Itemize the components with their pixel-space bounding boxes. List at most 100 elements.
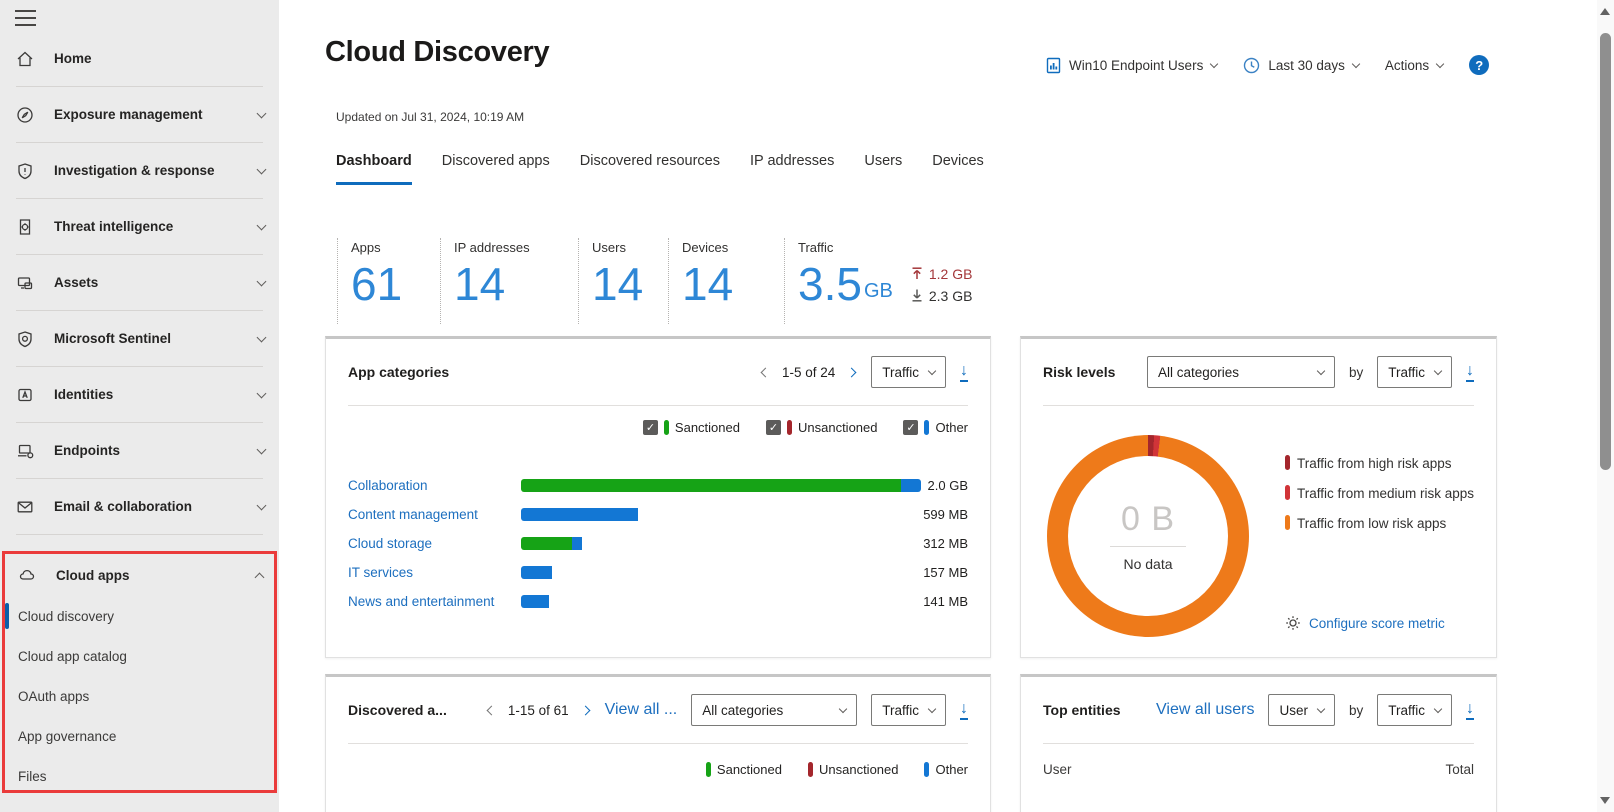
legend-low-risk: Traffic from low risk apps	[1285, 509, 1477, 539]
scrollbar-thumb[interactable]	[1600, 33, 1611, 470]
sidebar-item-cloud-app-catalog[interactable]: Cloud app catalog	[5, 636, 274, 676]
sidebar-item-label: Endpoints	[54, 443, 120, 458]
actions-label: Actions	[1384, 57, 1430, 73]
sidebar-item-home[interactable]: Home	[0, 31, 279, 86]
stat-value: 3.5	[798, 258, 862, 310]
tab-discovered-apps[interactable]: Discovered apps	[442, 153, 550, 185]
configure-score-metric[interactable]: Configure score metric	[1285, 615, 1445, 631]
category-link[interactable]: Cloud storage	[348, 536, 521, 551]
legend-sanctioned: Sanctioned	[705, 762, 782, 777]
sidebar-item-label: Cloud apps	[56, 567, 130, 583]
view-all-users-link[interactable]: View all users	[1156, 701, 1254, 719]
legend-sanctioned[interactable]: Sanctioned	[642, 420, 740, 435]
checkbox-checked-icon[interactable]	[765, 420, 781, 435]
sidebar-item-label: Investigation & response	[54, 163, 215, 178]
tab-users[interactable]: Users	[864, 153, 902, 185]
sidebar-item-threat-intelligence[interactable]: Threat intelligence	[0, 199, 279, 254]
category-dropdown[interactable]: All categories	[1146, 356, 1335, 388]
card-title: Top entities	[1043, 702, 1121, 718]
category-link[interactable]: Collaboration	[348, 478, 521, 493]
sidebar-item-files[interactable]: Files	[5, 756, 274, 796]
sidebar-item-cloud-apps[interactable]: Cloud apps	[5, 554, 274, 596]
sidebar-item-assets[interactable]: Assets	[0, 255, 279, 310]
download-button[interactable]	[1466, 363, 1474, 382]
tab-ip-addresses[interactable]: IP addresses	[750, 153, 834, 185]
next-page-button[interactable]	[580, 705, 591, 716]
email-collaboration-icon	[15, 497, 35, 517]
time-range-selector[interactable]: Last 30 days	[1243, 57, 1361, 74]
scroll-up-arrow[interactable]	[1600, 8, 1610, 15]
tab-discovered-resources[interactable]: Discovered resources	[580, 153, 720, 185]
by-label: by	[1348, 702, 1364, 718]
category-link[interactable]: News and entertainment	[348, 594, 521, 609]
toolbar: Win10 Endpoint Users Last 30 days Action…	[1046, 52, 1490, 78]
prev-page-button[interactable]	[486, 705, 497, 716]
tab-dashboard[interactable]: Dashboard	[336, 153, 412, 185]
sanctioned-swatch	[705, 762, 711, 777]
tab-devices[interactable]: Devices	[932, 153, 984, 185]
sidebar-item-cloud-discovery[interactable]: Cloud discovery	[5, 596, 274, 636]
chevron-down-icon	[256, 500, 267, 510]
category-link[interactable]: Content management	[348, 507, 521, 522]
risk-levels-card: Risk levels All categories by Traffic 0 …	[1020, 336, 1497, 658]
legend-high-risk: Traffic from high risk apps	[1285, 449, 1477, 479]
checkbox-checked-icon[interactable]	[642, 420, 658, 435]
vertical-scrollbar[interactable]	[1597, 0, 1614, 812]
donut-center-label: No data	[1123, 556, 1173, 572]
entity-dropdown[interactable]: User	[1268, 694, 1335, 726]
threat-intelligence-icon	[15, 217, 35, 237]
selected-indicator	[5, 603, 9, 629]
download-button[interactable]	[1466, 701, 1474, 720]
metric-dropdown[interactable]: Traffic	[1377, 694, 1452, 726]
metric-dropdown[interactable]: Traffic	[1377, 356, 1452, 388]
high-risk-swatch	[1285, 455, 1290, 470]
sidebar-item-exposure-management[interactable]: Exposure management	[0, 87, 279, 142]
sidebar-item-endpoints[interactable]: Endpoints	[0, 423, 279, 478]
sidebar-item-microsoft-sentinel[interactable]: Microsoft Sentinel	[0, 311, 279, 366]
report-selector[interactable]: Win10 Endpoint Users	[1046, 57, 1219, 74]
category-bar-chart: Collaboration 2.0 GB Content management …	[326, 471, 990, 616]
sidebar-item-email-collaboration[interactable]: Email & collaboration	[0, 479, 279, 534]
endpoints-icon	[15, 441, 35, 461]
table-header-row: User Total	[1021, 744, 1496, 777]
sidebar-nav: Home Exposure management Investigation &…	[0, 31, 279, 535]
download-button[interactable]	[960, 701, 968, 720]
upload-icon	[911, 267, 923, 280]
other-swatch	[924, 420, 930, 435]
sidebar-subitem-label: App governance	[18, 728, 117, 744]
pagination: 1-5 of 24	[760, 365, 857, 380]
legend-other[interactable]: Other	[903, 420, 968, 435]
hamburger-menu-icon[interactable]	[15, 10, 36, 26]
scroll-down-arrow[interactable]	[1600, 797, 1610, 804]
view-all-link[interactable]: View all ...	[605, 701, 678, 719]
prev-page-button[interactable]	[760, 367, 771, 378]
help-button[interactable]	[1469, 55, 1490, 75]
download-button[interactable]	[960, 363, 968, 382]
traffic-bar	[521, 508, 921, 521]
sidebar-subitem-label: Cloud discovery	[18, 608, 115, 624]
metric-dropdown[interactable]: Traffic	[871, 694, 946, 726]
legend-unsanctioned[interactable]: Unsanctioned	[765, 420, 877, 435]
stat-value: 14	[682, 258, 734, 310]
traffic-value: 312 MB	[923, 536, 968, 551]
next-page-button[interactable]	[846, 367, 857, 378]
other-swatch	[924, 762, 930, 777]
checkbox-checked-icon[interactable]	[903, 420, 919, 435]
summary-stats: Apps 61 IP addresses 14 Users 14 Devices…	[337, 238, 972, 324]
traffic-bar	[521, 595, 921, 608]
category-dropdown[interactable]: All categories	[691, 694, 858, 726]
sidebar-item-identities[interactable]: Identities	[0, 367, 279, 422]
stat-value: 14	[454, 258, 506, 310]
category-link[interactable]: IT services	[348, 565, 521, 580]
sidebar-item-investigation-response[interactable]: Investigation & response	[0, 143, 279, 198]
assets-icon	[15, 273, 35, 293]
stat-devices: Devices 14	[668, 238, 784, 324]
actions-menu[interactable]: Actions	[1384, 57, 1445, 73]
column-user: User	[1043, 762, 1072, 777]
uploaded-traffic: 1.2 GB	[911, 266, 972, 282]
stat-ip-addresses: IP addresses 14	[440, 238, 578, 324]
sidebar-item-oauth-apps[interactable]: OAuth apps	[5, 676, 274, 716]
metric-dropdown[interactable]: Traffic	[871, 356, 946, 388]
cloud-apps-highlight-box: Cloud apps Cloud discovery Cloud app cat…	[2, 551, 277, 793]
sidebar-item-app-governance[interactable]: App governance	[5, 716, 274, 756]
